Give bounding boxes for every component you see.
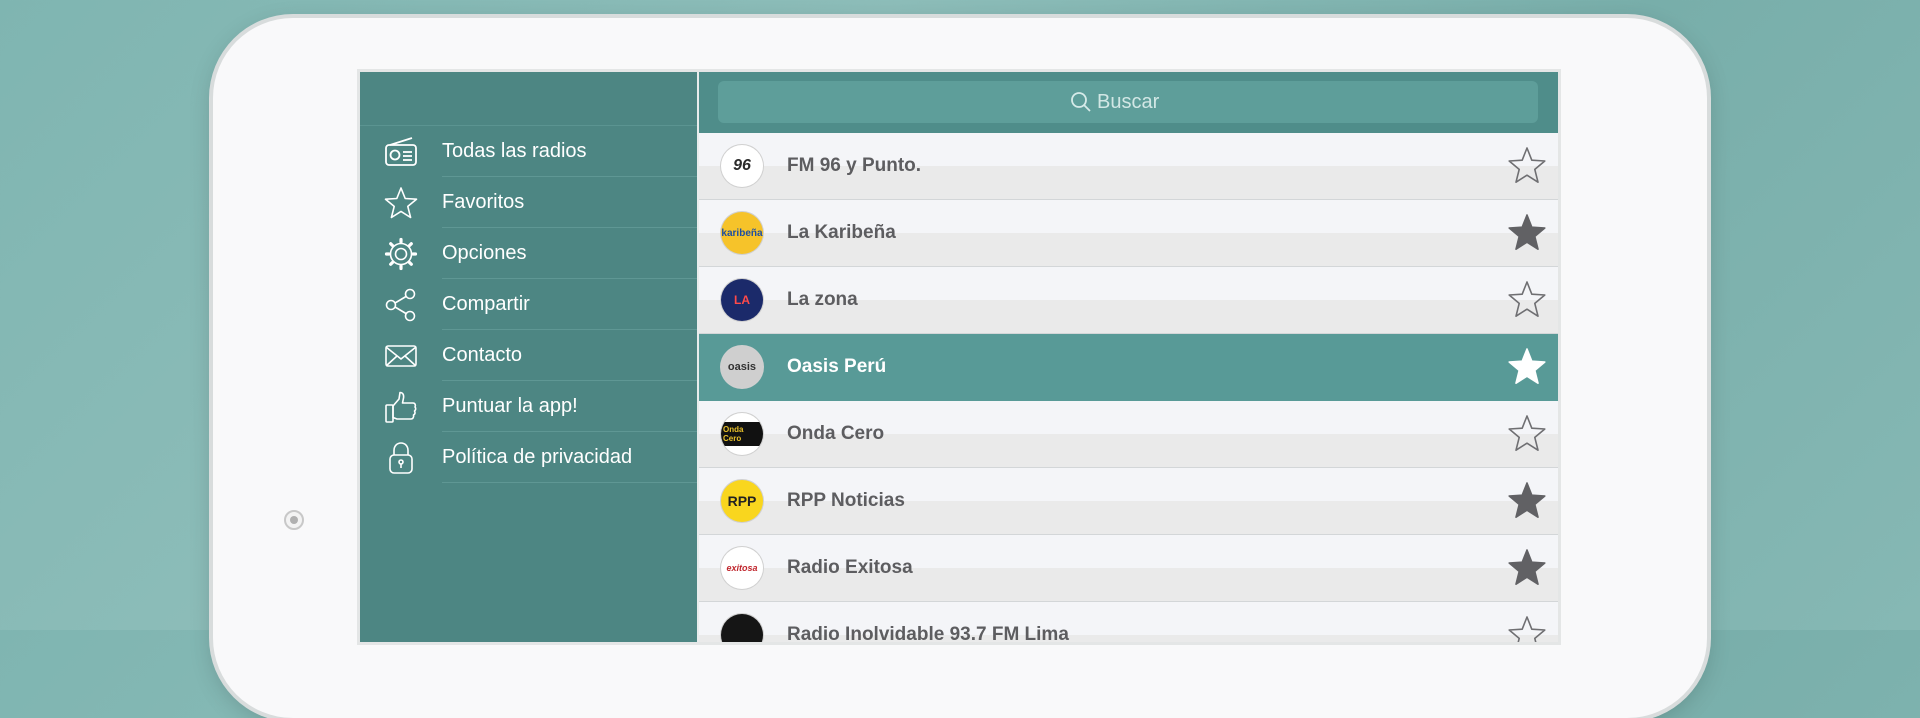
app-screen: Todas las radios Favoritos Opciones Comp…: [360, 72, 1558, 642]
station-name: La Karibeña: [787, 222, 896, 243]
station-list-panel: 96 FM 96 y Punto. karibeña La Karibeña: [699, 72, 1558, 642]
thumbs-up-icon: [384, 390, 418, 424]
station-name: Radio Inolvidable 93.7 FM Lima: [787, 624, 1069, 642]
sidebar: Todas las radios Favoritos Opciones Comp…: [360, 72, 697, 642]
favorite-toggle[interactable]: [1507, 615, 1547, 642]
sidebar-item-label: Todas las radios: [442, 140, 587, 162]
star-filled-icon: [1508, 482, 1546, 519]
sidebar-item-label: Puntuar la app!: [442, 395, 578, 417]
star-filled-icon: [1508, 214, 1546, 251]
favorite-toggle[interactable]: [1507, 414, 1547, 454]
station-logo-text: karibeña: [721, 227, 763, 239]
station-logo-text: 96: [733, 157, 751, 174]
favorite-toggle[interactable]: [1507, 347, 1547, 387]
station-row[interactable]: 96 FM 96 y Punto.: [699, 133, 1558, 200]
sidebar-item-share[interactable]: Compartir: [360, 279, 697, 330]
station-name: Radio Exitosa: [787, 557, 913, 578]
station-logo: oasis: [721, 346, 763, 388]
station-row[interactable]: karibeña La Karibeña: [699, 200, 1558, 267]
sidebar-header: [360, 72, 697, 126]
search-input[interactable]: [1097, 90, 1187, 114]
mail-icon: [384, 339, 418, 373]
station-logo: LA: [721, 279, 763, 321]
station-row[interactable]: RPP RPP Noticias: [699, 468, 1558, 535]
sidebar-item-label: Favoritos: [442, 191, 525, 213]
star-filled-icon: [1508, 348, 1546, 385]
sidebar-item-rate-app[interactable]: Puntuar la app!: [360, 381, 697, 432]
sidebar-item-label: Contacto: [442, 344, 523, 366]
favorite-toggle[interactable]: [1507, 146, 1547, 186]
sidebar-item-label: Política de privacidad: [442, 446, 633, 468]
station-logo: karibeña: [721, 212, 763, 254]
favorite-toggle[interactable]: [1507, 213, 1547, 253]
station-logo: Onda Cero: [721, 413, 763, 455]
search-header: [699, 72, 1558, 133]
sidebar-item-label: Compartir: [442, 293, 530, 315]
star-icon: [384, 186, 418, 220]
sidebar-item-label: Opciones: [442, 242, 527, 264]
star-filled-icon: [1508, 549, 1546, 586]
sidebar-item-privacy-policy[interactable]: Política de privacidad: [360, 432, 697, 483]
station-name: Onda Cero: [787, 423, 885, 444]
station-logo-text: Onda Cero: [721, 422, 763, 446]
station-logo-text: exitosa: [726, 563, 758, 573]
station-logo-text: oasis: [727, 361, 757, 373]
station-row[interactable]: exitosa Radio Exitosa: [699, 535, 1558, 602]
favorite-toggle[interactable]: [1507, 280, 1547, 320]
station-row[interactable]: LA La zona: [699, 267, 1558, 334]
station-row[interactable]: Onda Cero Onda Cero: [699, 401, 1558, 468]
home-button[interactable]: [284, 510, 304, 530]
star-outline-icon: [1508, 147, 1546, 184]
station-logo: RPP: [721, 480, 763, 522]
sidebar-item-contact[interactable]: Contacto: [360, 330, 697, 381]
station-name: La zona: [787, 289, 858, 310]
station-logo-text: LA: [734, 293, 750, 307]
star-outline-icon: [1508, 281, 1546, 318]
station-name: FM 96 y Punto.: [787, 155, 922, 176]
station-row[interactable]: Radio Inolvidable 93.7 FM Lima: [699, 602, 1558, 642]
star-outline-icon: [1508, 616, 1546, 642]
gear-icon: [384, 237, 418, 271]
sidebar-item-options[interactable]: Opciones: [360, 228, 697, 279]
radio-icon: [384, 135, 418, 169]
star-outline-icon: [1508, 415, 1546, 452]
search-icon: [1071, 92, 1091, 112]
station-logo: [721, 614, 763, 642]
favorite-toggle[interactable]: [1507, 481, 1547, 521]
station-name: RPP Noticias: [787, 490, 905, 511]
station-logo: 96: [721, 145, 763, 187]
sidebar-item-all-radios[interactable]: Todas las radios: [360, 126, 697, 177]
search-bar[interactable]: [718, 81, 1538, 123]
station-row-selected[interactable]: oasis Oasis Perú: [699, 334, 1558, 401]
station-logo-text: RPP: [727, 493, 757, 509]
share-icon: [384, 288, 418, 322]
station-logo: exitosa: [721, 547, 763, 589]
station-list: 96 FM 96 y Punto. karibeña La Karibeña L…: [699, 133, 1558, 642]
lock-icon: [384, 441, 418, 475]
favorite-toggle[interactable]: [1507, 548, 1547, 588]
sidebar-item-favorites[interactable]: Favoritos: [360, 177, 697, 228]
station-name: Oasis Perú: [787, 356, 887, 377]
